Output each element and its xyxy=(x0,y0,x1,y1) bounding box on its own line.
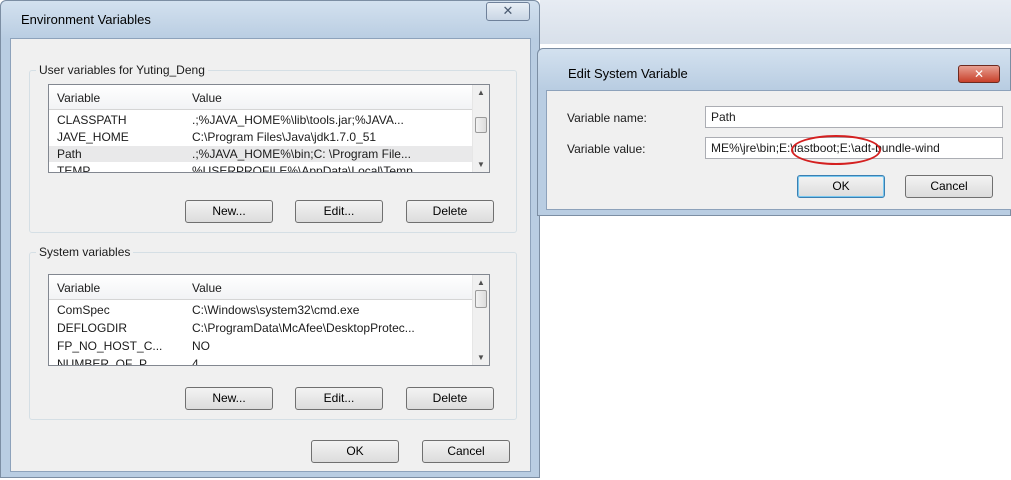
user-variables-label: User variables for Yuting_Deng xyxy=(36,63,208,77)
variable-cell: NUMBER_OF_P... xyxy=(57,357,156,366)
table-row[interactable]: CLASSPATH .;%JAVA_HOME%\lib\tools.jar;%J… xyxy=(49,112,472,128)
value-cell: C:\Windows\system32\cmd.exe xyxy=(192,303,360,317)
system-delete-button[interactable]: Delete xyxy=(406,387,494,410)
system-variables-label: System variables xyxy=(36,245,134,259)
variable-cell: CLASSPATH xyxy=(57,113,127,127)
close-icon: ✕ xyxy=(502,3,514,18)
cancel-button[interactable]: Cancel xyxy=(422,440,510,463)
system-variables-list[interactable]: Variable Value ComSpec C:\Windows\system… xyxy=(48,274,490,366)
value-cell: %USERPROFILE%\AppData\Local\Temp xyxy=(192,164,413,173)
scroll-up-arrow-icon[interactable]: ▲ xyxy=(477,278,485,287)
user-delete-button[interactable]: Delete xyxy=(406,200,494,223)
vertical-scrollbar[interactable]: ▲ ▼ xyxy=(472,275,489,365)
scroll-down-arrow-icon[interactable]: ▼ xyxy=(477,160,485,169)
column-header-variable[interactable]: Variable xyxy=(57,281,100,295)
user-new-button[interactable]: New... xyxy=(185,200,273,223)
variable-cell: DEFLOGDIR xyxy=(57,321,128,335)
table-row-selected[interactable]: Path .;%JAVA_HOME%\bin;C: \Program File.… xyxy=(49,146,472,162)
scroll-down-arrow-icon[interactable]: ▼ xyxy=(477,353,485,362)
system-edit-button[interactable]: Edit... xyxy=(295,387,383,410)
value-cell: C:\Program Files\Java\jdk1.7.0_51 xyxy=(192,130,377,144)
dialog-client-area: User variables for Yuting_Deng Variable … xyxy=(10,38,531,472)
variable-cell: FP_NO_HOST_C... xyxy=(57,339,163,353)
value-cell: NO xyxy=(192,339,210,353)
column-header-variable[interactable]: Variable xyxy=(57,91,100,105)
user-variables-group: User variables for Yuting_Deng Variable … xyxy=(29,63,517,233)
scroll-thumb[interactable] xyxy=(475,290,487,308)
dialog-title: Environment Variables xyxy=(21,12,151,27)
system-variables-group: System variables Variable Value ComSpec … xyxy=(29,245,517,420)
close-button[interactable]: ✕ xyxy=(486,2,530,21)
close-icon: ✕ xyxy=(973,67,985,81)
value-cell: .;%JAVA_HOME%\bin;C: \Program File... xyxy=(192,147,411,161)
background-window xyxy=(540,0,1011,44)
ok-button[interactable]: OK xyxy=(311,440,399,463)
list-header: Variable Value xyxy=(49,85,472,110)
vertical-scrollbar[interactable]: ▲ ▼ xyxy=(472,85,489,172)
value-cell: .;%JAVA_HOME%\lib\tools.jar;%JAVA... xyxy=(192,113,404,127)
cancel-button[interactable]: Cancel xyxy=(905,175,993,198)
environment-variables-dialog: Environment Variables ✕ User variables f… xyxy=(0,0,540,478)
scroll-thumb[interactable] xyxy=(475,117,487,133)
system-new-button[interactable]: New... xyxy=(185,387,273,410)
user-edit-button[interactable]: Edit... xyxy=(295,200,383,223)
column-header-value[interactable]: Value xyxy=(192,91,222,105)
red-highlight-annotation xyxy=(791,135,881,165)
table-row[interactable]: JAVE_HOME C:\Program Files\Java\jdk1.7.0… xyxy=(49,129,472,145)
table-row[interactable]: NUMBER_OF_P... 4 xyxy=(49,356,472,366)
table-row[interactable]: DEFLOGDIR C:\ProgramData\McAfee\DesktopP… xyxy=(49,320,472,336)
variable-name-input[interactable]: Path xyxy=(705,106,1003,128)
user-variables-list[interactable]: Variable Value CLASSPATH .;%JAVA_HOME%\l… xyxy=(48,84,490,173)
variable-value-label: Variable value: xyxy=(567,142,646,156)
variable-cell: TEMP xyxy=(57,164,91,173)
dialog-client-area: Variable name: Path Variable value: ME%\… xyxy=(546,90,1011,210)
ok-button[interactable]: OK xyxy=(797,175,885,198)
scroll-up-arrow-icon[interactable]: ▲ xyxy=(477,88,485,97)
close-button[interactable]: ✕ xyxy=(958,65,1000,83)
variable-cell: JAVE_HOME xyxy=(57,130,129,144)
table-row[interactable]: FP_NO_HOST_C... NO xyxy=(49,338,472,354)
dialog-title: Edit System Variable xyxy=(568,66,688,81)
value-cell: 4 xyxy=(192,357,199,366)
variable-cell: ComSpec xyxy=(57,303,110,317)
variable-cell: Path xyxy=(57,147,82,161)
column-header-value[interactable]: Value xyxy=(192,281,222,295)
table-row[interactable]: ComSpec C:\Windows\system32\cmd.exe xyxy=(49,302,472,318)
value-cell: C:\ProgramData\McAfee\DesktopProtec... xyxy=(192,321,415,335)
variable-name-label: Variable name: xyxy=(567,111,647,125)
edit-system-variable-dialog: Edit System Variable ✕ Variable name: Pa… xyxy=(537,48,1011,216)
table-row[interactable]: TEMP %USERPROFILE%\AppData\Local\Temp xyxy=(49,163,472,173)
list-header: Variable Value xyxy=(49,275,472,300)
